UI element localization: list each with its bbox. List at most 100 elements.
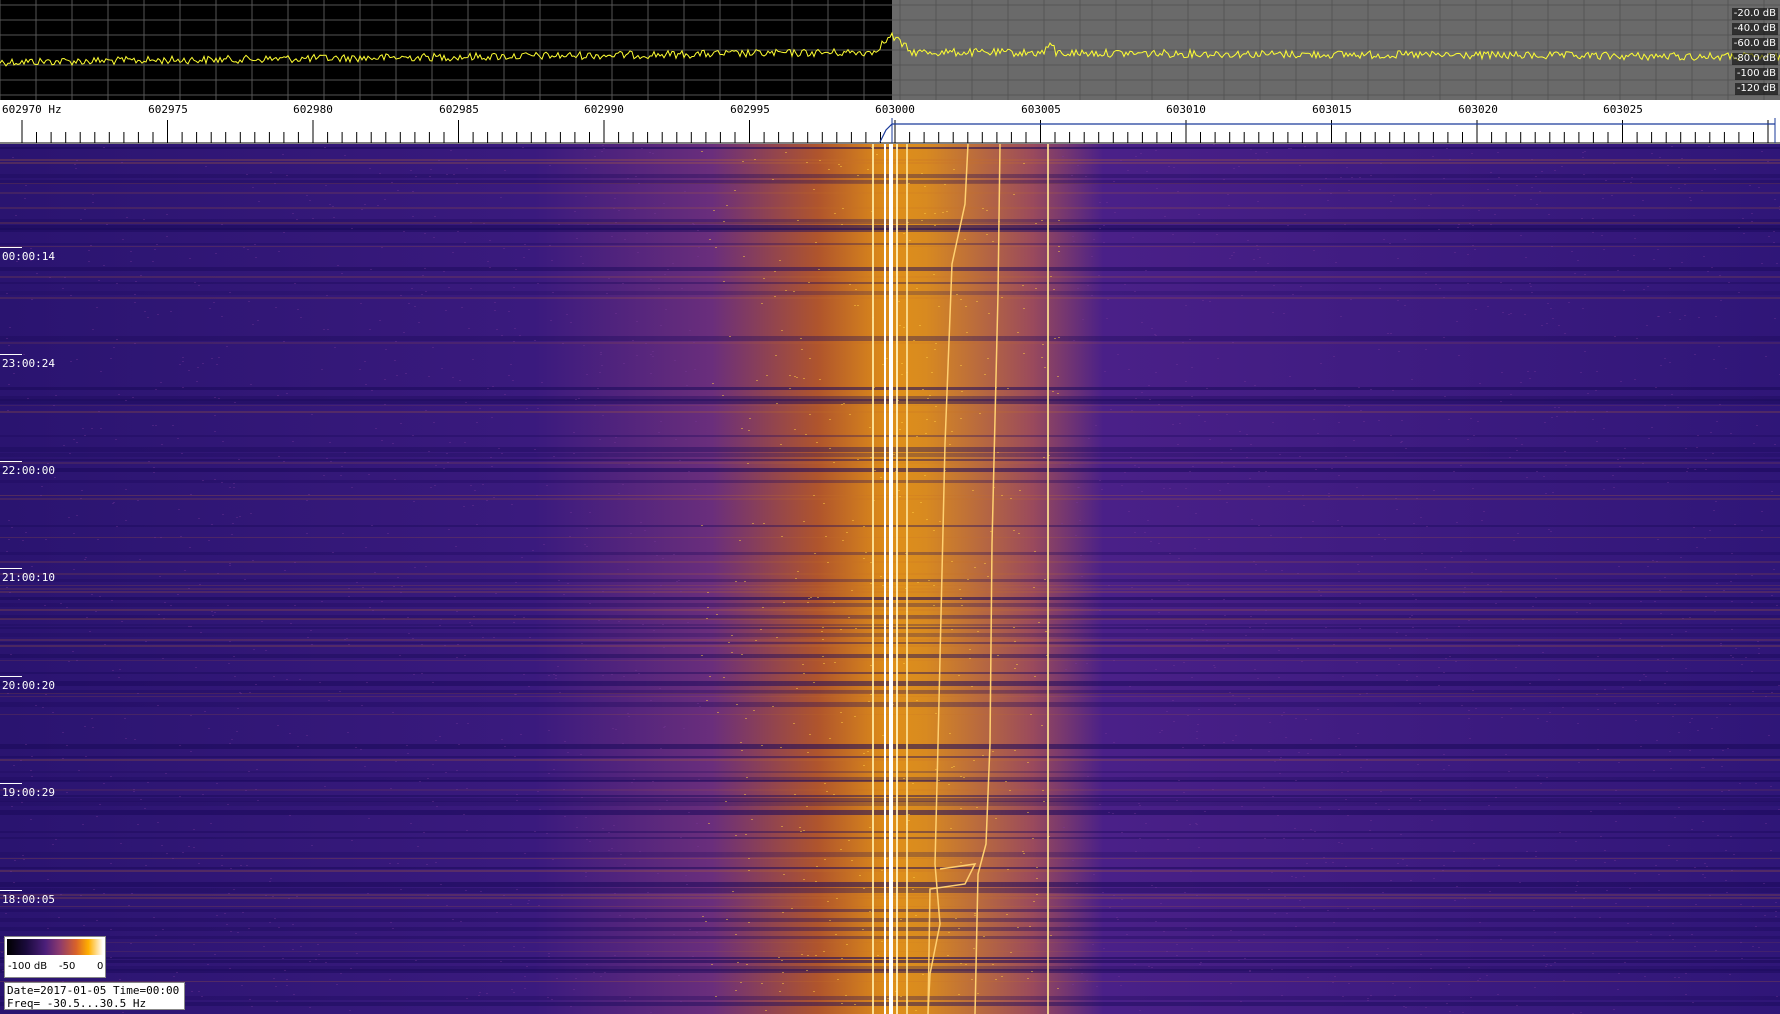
noise-speckle xyxy=(1775,911,1777,912)
noise-speckle xyxy=(1705,469,1707,470)
waterfall-display[interactable]: 00:00:14 23:00:24 22:00:00 21:00:10 20:0… xyxy=(0,144,1780,1014)
noise-speckle xyxy=(741,428,743,429)
noise-speckle xyxy=(137,500,139,501)
noise-speckle xyxy=(650,373,652,374)
noise-speckle xyxy=(976,807,978,808)
noise-speckle xyxy=(1396,509,1398,510)
noise-speckle xyxy=(1765,823,1767,824)
noise-speckle xyxy=(282,958,284,959)
noise-speckle xyxy=(1299,456,1301,457)
noise-speckle xyxy=(1703,256,1705,257)
noise-speckle xyxy=(452,377,454,378)
noise-speckle xyxy=(1179,423,1181,424)
noise-speckle xyxy=(1310,829,1312,830)
noise-speckle xyxy=(214,415,216,416)
noise-speckle xyxy=(55,839,57,840)
noise-speckle xyxy=(538,905,540,906)
noise-speckle xyxy=(1404,305,1406,306)
noise-speckle xyxy=(615,313,617,314)
noise-speckle xyxy=(1568,302,1570,303)
noise-speckle xyxy=(801,349,803,350)
noise-speckle xyxy=(1716,717,1718,718)
noise-speckle xyxy=(708,823,710,824)
noise-speckle xyxy=(1196,731,1198,732)
noise-speckle xyxy=(47,879,49,880)
noise-speckle xyxy=(857,459,859,460)
noise-speckle xyxy=(1200,962,1202,963)
noise-speckle xyxy=(1106,318,1108,319)
noise-speckle xyxy=(794,794,796,795)
noise-speckle xyxy=(1281,570,1283,571)
noise-speckle xyxy=(1774,444,1776,445)
noise-speckle xyxy=(1371,848,1373,849)
noise-speckle xyxy=(1402,859,1404,860)
noise-speckle xyxy=(1674,704,1676,705)
noise-speckle xyxy=(779,991,781,992)
spectrum-panel[interactable]: -20.0 dB -40.0 dB -60.0 dB -80.0 dB -100… xyxy=(0,0,1780,100)
noise-speckle xyxy=(106,224,108,225)
noise-speckle xyxy=(1135,398,1137,399)
noise-speckle xyxy=(1726,892,1728,893)
noise-speckle xyxy=(1319,189,1321,190)
noise-speckle xyxy=(1160,903,1162,904)
noise-speckle xyxy=(1371,556,1373,557)
noise-speckle xyxy=(799,827,801,828)
noise-speckle xyxy=(1516,450,1518,451)
noise-speckle xyxy=(614,955,616,956)
noise-speckle xyxy=(553,456,555,457)
noise-speckle xyxy=(294,562,296,563)
noise-speckle xyxy=(1475,708,1477,709)
noise-speckle xyxy=(1497,994,1499,995)
noise-speckle xyxy=(627,713,629,714)
noise-speckle xyxy=(869,827,871,828)
noise-speckle xyxy=(597,388,599,389)
noise-speckle xyxy=(997,655,999,656)
noise-speckle xyxy=(222,514,224,515)
noise-speckle xyxy=(1077,165,1079,166)
noise-speckle xyxy=(511,989,513,990)
noise-speckle xyxy=(1694,354,1696,355)
noise-speckle xyxy=(1043,457,1045,458)
noise-speckle xyxy=(665,309,667,310)
noise-speckle xyxy=(424,268,426,269)
noise-speckle xyxy=(1333,356,1335,357)
noise-speckle xyxy=(1495,797,1497,798)
noise-speckle xyxy=(124,718,126,719)
noise-speckle xyxy=(725,801,727,802)
noise-speckle xyxy=(1416,498,1418,499)
noise-speckle xyxy=(1518,645,1520,646)
noise-speckle xyxy=(862,929,864,930)
noise-speckle xyxy=(1472,225,1474,226)
time-label: 18:00:05 xyxy=(2,893,55,906)
noise-speckle xyxy=(1596,441,1598,442)
noise-speckle xyxy=(638,183,640,184)
noise-speckle xyxy=(217,573,219,574)
noise-speckle xyxy=(412,191,414,192)
noise-speckle xyxy=(115,439,117,440)
noise-speckle xyxy=(1715,316,1717,317)
noise-speckle xyxy=(1395,498,1397,499)
noise-speckle xyxy=(1720,645,1722,646)
noise-speckle xyxy=(324,786,326,787)
noise-speckle xyxy=(1121,899,1123,900)
noise-speckle xyxy=(1191,396,1193,397)
noise-speckle xyxy=(580,256,582,257)
noise-speckle xyxy=(1497,152,1499,153)
noise-speckle xyxy=(493,637,495,638)
noise-speckle xyxy=(1689,617,1691,618)
noise-speckle xyxy=(1712,453,1714,454)
noise-speckle xyxy=(1433,878,1435,879)
noise-speckle xyxy=(1438,229,1440,230)
noise-speckle xyxy=(585,817,587,818)
noise-speckle xyxy=(1728,282,1730,283)
noise-speckle xyxy=(231,739,233,740)
noise-speckle xyxy=(806,806,808,807)
noise-speckle xyxy=(694,369,696,370)
frequency-axis[interactable]: 602970 Hz 602975 602980 602985 602990 60… xyxy=(0,100,1780,144)
noise-speckle xyxy=(629,997,631,998)
noise-speckle xyxy=(1347,908,1349,909)
noise-speckle xyxy=(194,282,196,283)
noise-speckle xyxy=(961,605,963,606)
noise-speckle xyxy=(1273,285,1275,286)
noise-speckle xyxy=(438,160,440,161)
